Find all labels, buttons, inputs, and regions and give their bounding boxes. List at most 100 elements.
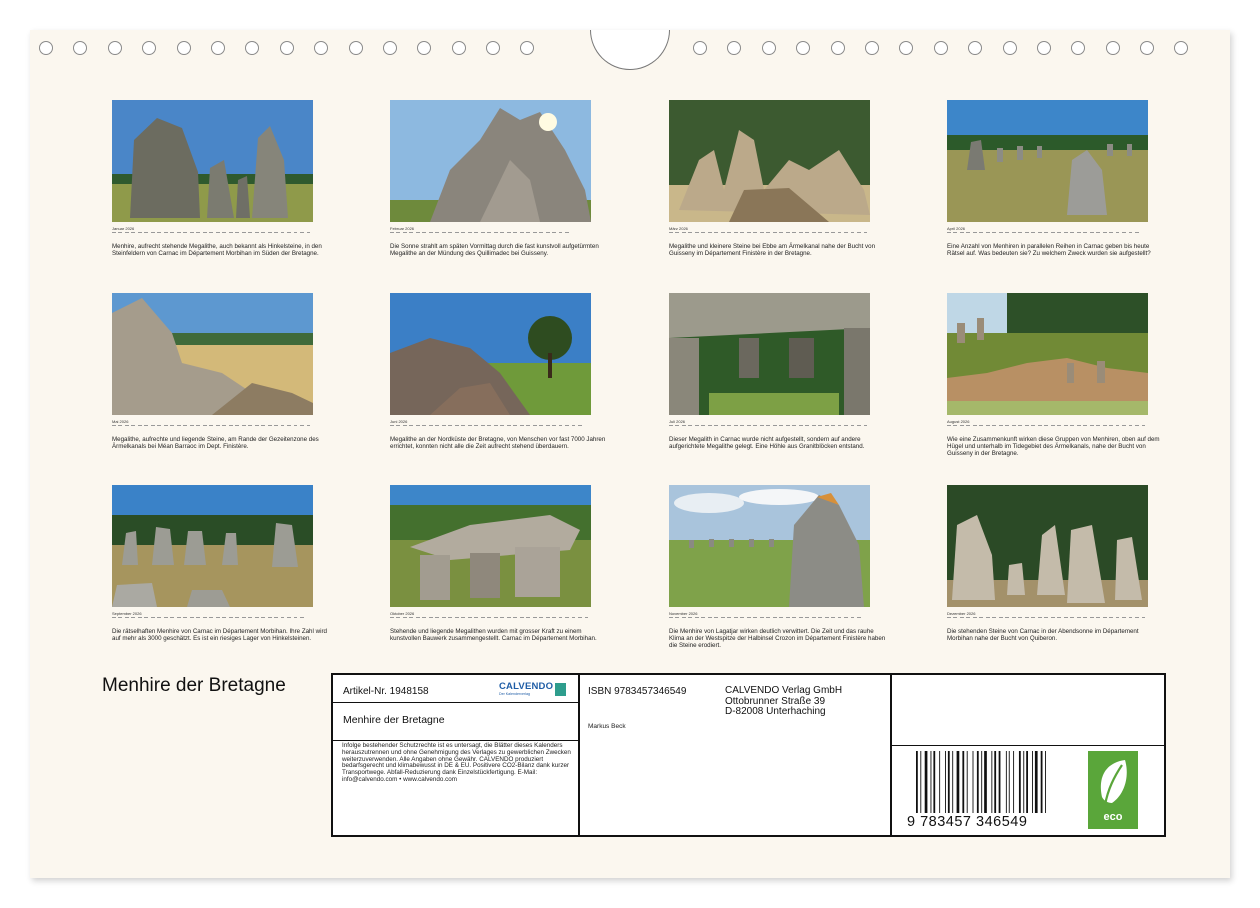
day-cell bbox=[1109, 232, 1113, 238]
day-cell bbox=[235, 425, 240, 431]
day-cell bbox=[1109, 617, 1113, 623]
day-cell bbox=[844, 617, 848, 623]
binding-ring bbox=[933, 41, 948, 55]
day-cell bbox=[280, 232, 285, 238]
binding-ring bbox=[245, 41, 260, 55]
barcode-bar bbox=[933, 751, 936, 813]
day-cell bbox=[526, 425, 531, 431]
day-cell bbox=[254, 425, 259, 431]
day-cell bbox=[415, 425, 420, 431]
binding-ring bbox=[796, 41, 811, 55]
day-cell bbox=[390, 425, 394, 431]
day-cell bbox=[215, 232, 220, 238]
day-cell bbox=[274, 617, 278, 623]
day-strip bbox=[947, 232, 1167, 240]
day-cell bbox=[124, 425, 129, 431]
day-cell bbox=[1135, 425, 1139, 431]
day-cell bbox=[792, 425, 797, 431]
barcode-bars bbox=[916, 751, 1046, 813]
barcode-bar bbox=[1032, 751, 1033, 813]
month-name: November 2026 bbox=[669, 611, 698, 616]
day-cell bbox=[701, 617, 706, 623]
day-cell bbox=[1063, 425, 1068, 431]
day-cell bbox=[701, 425, 706, 431]
day-cell bbox=[1044, 425, 1049, 431]
day-cell bbox=[441, 617, 446, 623]
day-cell bbox=[701, 232, 706, 238]
day-cell bbox=[189, 617, 194, 623]
month-panel: Juli 2026 Dieser Megalith in Carnac wurde… bbox=[669, 293, 889, 450]
day-cell bbox=[972, 232, 977, 238]
info-column-left: Artikel-Nr. 1948158 CALVENDO Der Kalende… bbox=[333, 675, 580, 835]
day-cell bbox=[248, 617, 253, 623]
day-cell bbox=[947, 425, 951, 431]
binding-ring bbox=[486, 41, 501, 55]
month-panel: Januar 2026 Menhire, aufrecht stehende Me… bbox=[112, 100, 332, 257]
day-cell bbox=[979, 617, 984, 623]
day-cell bbox=[831, 617, 835, 623]
day-cell bbox=[202, 617, 207, 623]
day-cell bbox=[694, 425, 699, 431]
day-cell bbox=[183, 232, 188, 238]
month-name: Juli 2026 bbox=[669, 419, 686, 424]
day-cell bbox=[409, 232, 414, 238]
day-cell bbox=[1128, 425, 1133, 431]
day-cell bbox=[753, 232, 758, 238]
day-cell bbox=[267, 425, 272, 431]
day-cell bbox=[1044, 232, 1049, 238]
day-cell bbox=[124, 617, 129, 623]
day-cell bbox=[144, 232, 149, 238]
day-cell bbox=[1083, 232, 1088, 238]
day-cell bbox=[714, 617, 719, 623]
day-cell bbox=[552, 617, 556, 623]
day-cell bbox=[274, 425, 278, 431]
day-cell bbox=[959, 232, 964, 238]
month-name: März 2026 bbox=[669, 226, 688, 231]
barcode-bar bbox=[991, 751, 993, 813]
binding-ring bbox=[176, 41, 191, 55]
day-cell bbox=[792, 617, 797, 623]
day-cell bbox=[1070, 425, 1075, 431]
binding-ring bbox=[417, 41, 432, 55]
day-cell bbox=[441, 232, 446, 238]
day-cell bbox=[539, 425, 544, 431]
day-cell bbox=[1031, 425, 1036, 431]
book-title-row: Menhire der Bretagne bbox=[333, 702, 578, 741]
day-cell bbox=[805, 617, 810, 623]
day-cell bbox=[150, 617, 155, 623]
day-cell bbox=[675, 617, 680, 623]
month-caption: Megalithe, aufrechte und liegende Steine… bbox=[112, 436, 319, 450]
barcode-bar bbox=[1005, 751, 1007, 813]
day-cell bbox=[558, 232, 563, 238]
day-cell bbox=[157, 425, 162, 431]
day-cell bbox=[1037, 232, 1042, 238]
day-cell bbox=[306, 425, 311, 431]
month-panel: Juni 2026 Megalithe an der Nordküste der … bbox=[390, 293, 610, 450]
binding-ring bbox=[693, 41, 707, 55]
day-cell bbox=[850, 425, 855, 431]
day-cell bbox=[1011, 425, 1016, 431]
day-cell bbox=[448, 232, 453, 238]
day-cell bbox=[461, 425, 466, 431]
day-cell bbox=[811, 617, 816, 623]
day-cell bbox=[390, 232, 394, 238]
day-cell bbox=[467, 617, 472, 623]
day-cell bbox=[545, 232, 550, 238]
day-cell bbox=[1037, 617, 1042, 623]
month-caption: Die Menhire von Lagatjar wirken deutlich… bbox=[669, 628, 886, 649]
day-cell bbox=[131, 232, 136, 238]
day-cell bbox=[798, 617, 803, 623]
day-cell bbox=[261, 617, 266, 623]
day-cell bbox=[176, 617, 181, 623]
day-cell bbox=[998, 617, 1003, 623]
day-cell bbox=[837, 425, 842, 431]
month-photo bbox=[390, 485, 591, 607]
day-cell bbox=[228, 425, 233, 431]
day-cell bbox=[1050, 617, 1055, 623]
day-cell bbox=[131, 617, 136, 623]
day-cell bbox=[435, 617, 440, 623]
day-cell bbox=[428, 617, 433, 623]
barcode-bar bbox=[1018, 751, 1021, 813]
day-cell bbox=[487, 425, 492, 431]
day-cell bbox=[402, 425, 407, 431]
